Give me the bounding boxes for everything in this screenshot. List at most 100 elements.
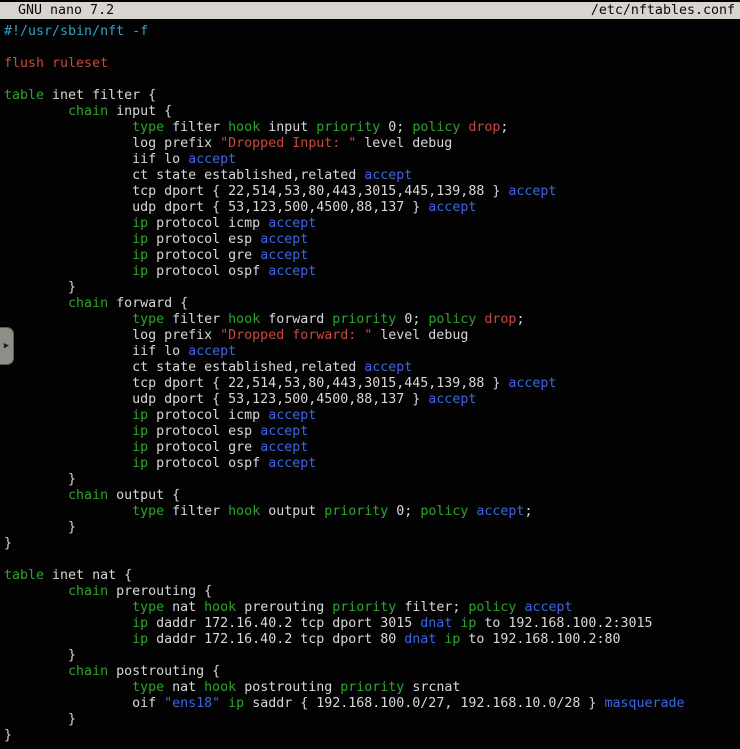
code-line[interactable]: ip protocol gre accept — [4, 440, 740, 456]
code-line[interactable] — [4, 40, 740, 56]
code-line[interactable]: type filter hook output priority 0; poli… — [4, 504, 740, 520]
code-token: protocol esp — [148, 424, 260, 439]
code-token: accept — [428, 392, 476, 407]
code-token — [4, 424, 132, 439]
code-token: nat — [164, 680, 204, 695]
code-token: accept — [268, 216, 316, 231]
code-token: type — [132, 680, 164, 695]
code-token — [4, 232, 132, 247]
code-token: table — [4, 88, 44, 103]
code-token: saddr { 192.168.100.0/27, 192.168.10.0/2… — [244, 696, 604, 711]
code-token: hook — [228, 504, 260, 519]
code-line[interactable]: type filter hook input priority 0; polic… — [4, 120, 740, 136]
code-token: udp dport { 53,123,500,4500,88,137 } — [4, 200, 428, 215]
code-line[interactable]: } — [4, 472, 740, 488]
code-token: accept — [524, 600, 572, 615]
code-token — [4, 408, 132, 423]
code-line[interactable]: table inet nat { — [4, 568, 740, 584]
code-token: type — [132, 312, 164, 327]
code-line[interactable]: } — [4, 712, 740, 728]
code-line[interactable]: chain postrouting { — [4, 664, 740, 680]
code-line[interactable]: udp dport { 53,123,500,4500,88,137 } acc… — [4, 392, 740, 408]
code-line[interactable]: iif lo accept — [4, 152, 740, 168]
code-line[interactable]: table inet filter { — [4, 88, 740, 104]
code-token: output — [260, 504, 324, 519]
code-token: flush ruleset — [4, 56, 108, 71]
code-line[interactable]: iif lo accept — [4, 344, 740, 360]
code-token: protocol ospf — [148, 456, 268, 471]
code-line[interactable]: } — [4, 520, 740, 536]
code-token: accept — [260, 248, 308, 263]
code-token: input — [260, 120, 316, 135]
code-token: type — [132, 600, 164, 615]
code-line[interactable]: chain prerouting { — [4, 584, 740, 600]
code-line[interactable]: tcp dport { 22,514,53,80,443,3015,445,13… — [4, 376, 740, 392]
code-line[interactable]: chain input { — [4, 104, 740, 120]
code-token — [4, 504, 132, 519]
code-line[interactable]: tcp dport { 22,514,53,80,443,3015,445,13… — [4, 184, 740, 200]
code-line[interactable]: } — [4, 648, 740, 664]
code-token: accept — [260, 232, 308, 247]
code-token — [4, 264, 132, 279]
code-token: ip — [228, 696, 244, 711]
code-line[interactable]: } — [4, 280, 740, 296]
code-line[interactable]: flush ruleset — [4, 56, 740, 72]
code-line[interactable]: type nat hook prerouting priority filter… — [4, 600, 740, 616]
code-line[interactable]: chain output { — [4, 488, 740, 504]
code-line[interactable]: type nat hook postrouting priority srcna… — [4, 680, 740, 696]
code-token: "ens18" — [164, 696, 220, 711]
code-line[interactable]: ip daddr 172.16.40.2 tcp dport 80 dnat i… — [4, 632, 740, 648]
code-line[interactable]: udp dport { 53,123,500,4500,88,137 } acc… — [4, 200, 740, 216]
code-line[interactable]: ip protocol ospf accept — [4, 456, 740, 472]
code-token: } — [4, 280, 76, 295]
code-line[interactable]: ip protocol icmp accept — [4, 216, 740, 232]
code-token: filter — [164, 312, 228, 327]
nano-titlebar: GNU nano 7.2 /etc/nftables.conf — [0, 2, 740, 19]
code-line[interactable]: } — [4, 536, 740, 552]
code-token: ip — [460, 616, 476, 631]
code-token: "Dropped forward: " — [220, 328, 372, 343]
code-token: ip — [132, 616, 148, 631]
code-token — [4, 584, 68, 599]
code-line[interactable]: type filter hook forward priority 0; pol… — [4, 312, 740, 328]
code-line[interactable] — [4, 552, 740, 568]
code-token: masquerade — [604, 696, 684, 711]
code-line[interactable]: ip daddr 172.16.40.2 tcp dport 3015 dnat… — [4, 616, 740, 632]
editor-area[interactable]: #!/usr/sbin/nft -f flush ruleset table i… — [4, 24, 740, 749]
code-line[interactable]: chain forward { — [4, 296, 740, 312]
code-line[interactable]: ip protocol esp accept — [4, 232, 740, 248]
code-line[interactable]: log prefix "Dropped Input: " level debug — [4, 136, 740, 152]
code-line[interactable]: ip protocol esp accept — [4, 424, 740, 440]
code-token: chain — [68, 584, 108, 599]
code-line[interactable]: ct state established,related accept — [4, 360, 740, 376]
code-token: policy — [412, 120, 460, 135]
file-path-label: /etc/nftables.conf — [591, 2, 740, 19]
code-line[interactable]: ip protocol ospf accept — [4, 264, 740, 280]
code-token: protocol icmp — [148, 216, 268, 231]
code-line[interactable]: } — [4, 728, 740, 744]
code-token: } — [4, 648, 76, 663]
code-line[interactable]: ct state established,related accept — [4, 168, 740, 184]
code-token: ct state established,related — [4, 168, 364, 183]
code-line[interactable]: ip protocol gre accept — [4, 248, 740, 264]
code-token: accept — [268, 264, 316, 279]
code-token: ip — [132, 632, 148, 647]
code-token: } — [4, 520, 76, 535]
code-token: ip — [132, 248, 148, 263]
code-token — [4, 216, 132, 231]
code-line[interactable]: oif "ens18" ip saddr { 192.168.100.0/27,… — [4, 696, 740, 712]
side-panel-toggle[interactable]: ▶ — [0, 327, 14, 365]
code-token — [4, 440, 132, 455]
code-token: accept — [268, 456, 316, 471]
code-token: dnat — [420, 616, 452, 631]
code-token: hook — [228, 312, 260, 327]
code-token: } — [4, 712, 76, 727]
code-line[interactable]: log prefix "Dropped forward: " level deb… — [4, 328, 740, 344]
code-token — [4, 120, 132, 135]
code-token — [4, 296, 68, 311]
code-line[interactable]: ip protocol icmp accept — [4, 408, 740, 424]
code-line[interactable] — [4, 72, 740, 88]
code-token: postrouting { — [108, 664, 220, 679]
code-token: } — [4, 728, 12, 743]
code-line[interactable]: #!/usr/sbin/nft -f — [4, 24, 740, 40]
